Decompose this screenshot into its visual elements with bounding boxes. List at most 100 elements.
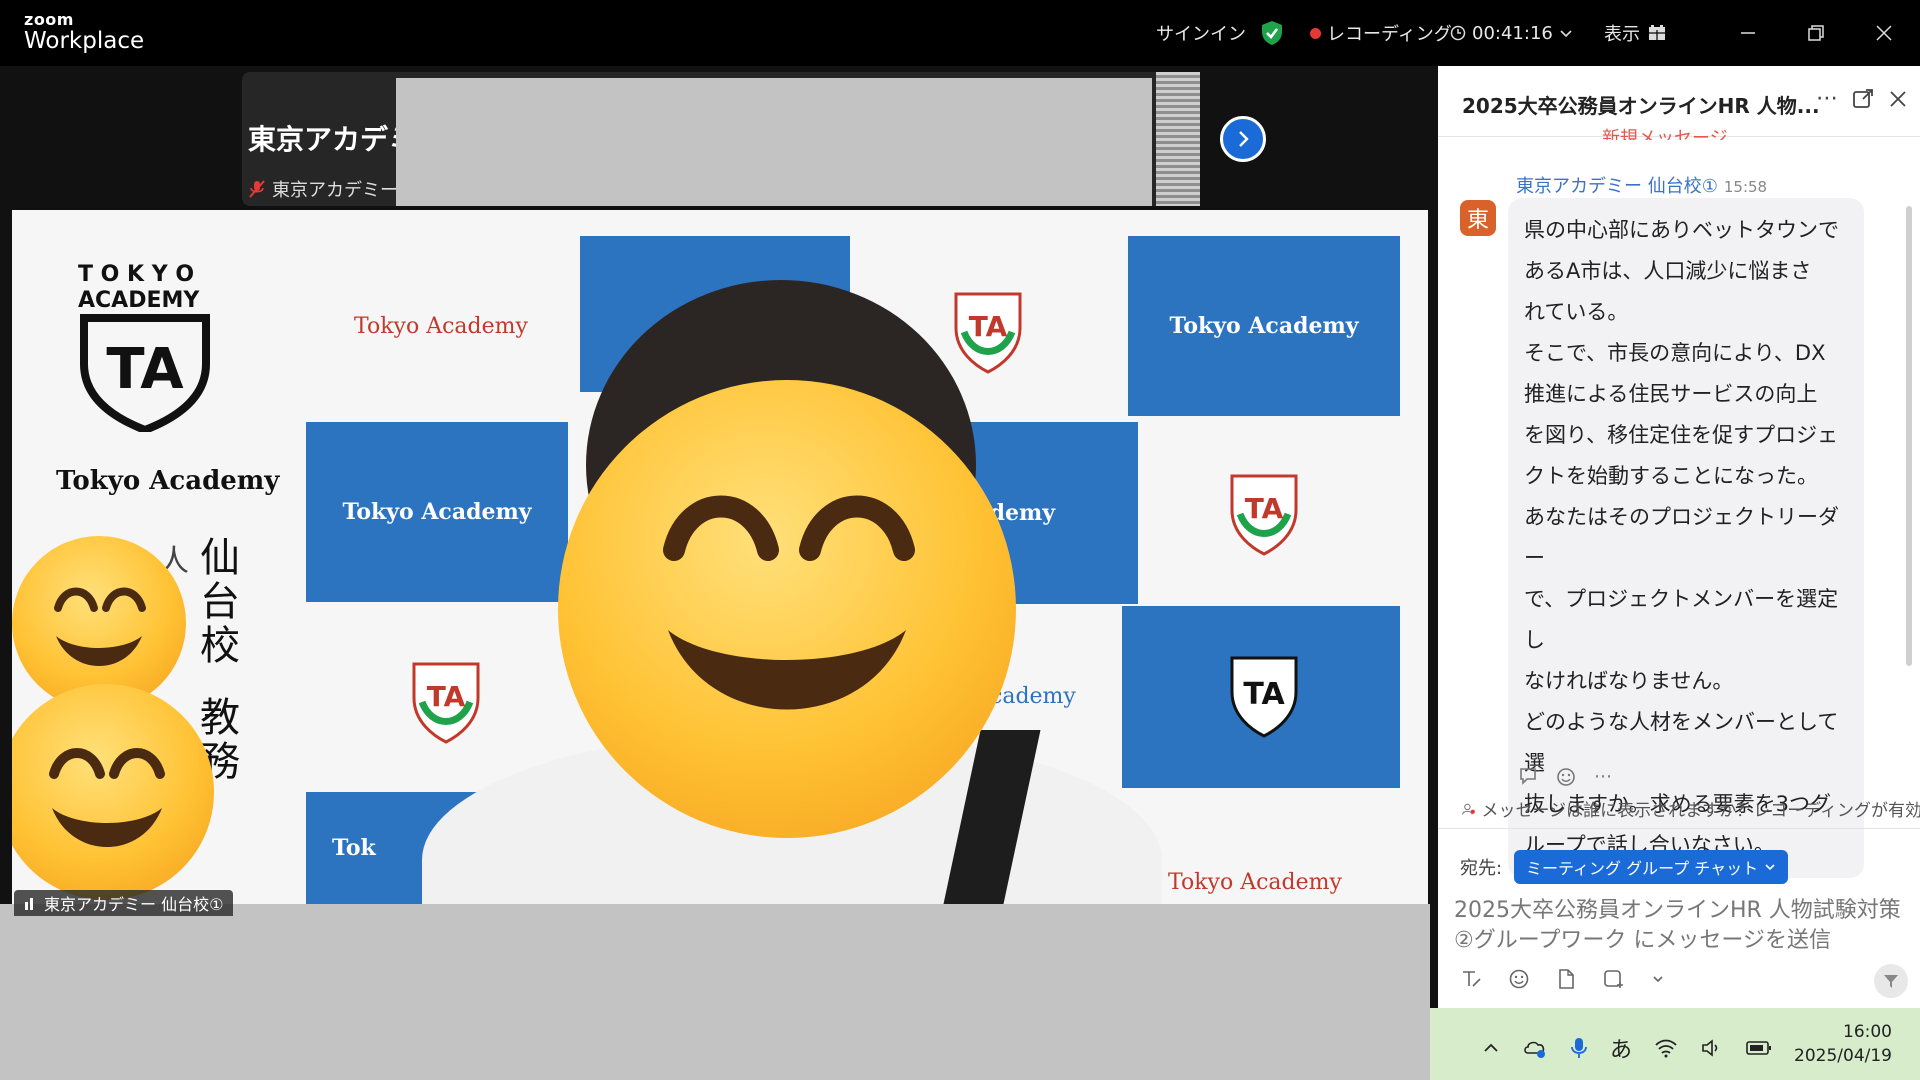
message-line: そこで、市長の意向により、DX: [1524, 341, 1826, 365]
muted-mic-icon: [249, 180, 265, 198]
message-line: あなたはそのプロジェクトリーダー: [1524, 505, 1839, 570]
add-reaction-icon[interactable]: [1556, 766, 1578, 788]
chat-title: 2025大卒公務員オンラインHR 人物...: [1462, 94, 1820, 118]
more-options-icon[interactable]: ⋯: [1816, 86, 1838, 111]
logo-line2: Workplace: [24, 28, 145, 54]
message-time: 15:58: [1723, 178, 1768, 196]
vertical-campus-text: 仙台校: [200, 535, 240, 669]
view-button[interactable]: 表示: [1604, 0, 1666, 66]
backdrop-panel-6-label: Tok: [332, 835, 376, 861]
close-chat-icon[interactable]: [1888, 89, 1908, 109]
backdrop-panel-2: Tokyo Academy: [1128, 236, 1400, 416]
video-placeholder-gray: [0, 904, 1430, 1080]
title-bar: zoom Workplace サインイン レコーディング 00:41:16 表示: [0, 0, 1920, 66]
brand-text-left: Tokyo Academy: [56, 466, 280, 496]
message-more-icon[interactable]: ⋯: [1594, 766, 1612, 788]
popout-icon[interactable]: [1852, 88, 1874, 110]
svg-text:TA: TA: [969, 310, 1008, 343]
message-input[interactable]: 2025大卒公務員オンラインHR 人物試験対策②グループワーク にメッセージを送…: [1454, 896, 1904, 956]
strip-participant-name: 東京アカデミ: [248, 123, 417, 156]
backdrop-shield-icon-3: TA: [412, 662, 480, 744]
reply-icon[interactable]: [1518, 766, 1540, 786]
clock-date: 2025/04/19: [1794, 1046, 1892, 1066]
close-icon: [1876, 25, 1892, 41]
recipient-label: 宛先:: [1460, 858, 1503, 879]
backdrop-shield-icon-4: TA: [1230, 656, 1298, 738]
video-name-text: 東京アカデミー 仙台校①: [44, 895, 224, 914]
logo-line1: zoom: [24, 10, 74, 29]
show-hidden-icons-chevron-up-icon[interactable]: [1482, 1039, 1500, 1057]
message-line: れている。: [1524, 300, 1629, 324]
system-clock[interactable]: 16:00 2025/04/19: [1794, 1020, 1892, 1068]
people-info-icon: [1462, 803, 1475, 815]
message-actions: ⋯: [1518, 766, 1612, 788]
file-icon[interactable]: [1556, 968, 1576, 990]
restore-icon: [1808, 25, 1824, 41]
backdrop-panel-3-label: Tokyo Academy: [342, 499, 532, 525]
recipient-dropdown[interactable]: ミーティング グループ チャット: [1514, 850, 1789, 884]
visibility-info[interactable]: メッセージは誰に表示されますか？レコーディングが有効: [1462, 796, 1920, 821]
send-button[interactable]: [1874, 964, 1908, 998]
screenshot-icon[interactable]: [1602, 968, 1626, 990]
send-icon: [1884, 975, 1898, 988]
chevron-right-icon: [1239, 131, 1249, 147]
wifi-icon[interactable]: [1654, 1038, 1678, 1058]
meeting-timer[interactable]: 00:41:16: [1450, 0, 1573, 66]
tray-icons: あ: [1482, 1032, 1772, 1064]
message-line: あるA市は、人口減少に悩まさ: [1524, 259, 1812, 283]
message-line: で、プロジェクトメンバーを選定し: [1524, 587, 1839, 652]
security-shield-icon[interactable]: [1260, 0, 1284, 66]
message-sender[interactable]: 東京アカデミー 仙台校① 15:58: [1516, 172, 1767, 198]
battery-icon[interactable]: [1746, 1040, 1772, 1056]
compose-toolbar: [1460, 968, 1664, 990]
view-label: 表示: [1604, 24, 1640, 45]
backdrop-logo-2: Tokyo Academy: [1168, 870, 1342, 895]
restore-button[interactable]: [1786, 0, 1846, 66]
ime-indicator[interactable]: あ: [1610, 1032, 1632, 1064]
backdrop-panel-3: Tokyo Academy: [306, 422, 568, 602]
backdrop-logo-1: Tokyo Academy: [354, 314, 528, 339]
recording-label: レコーディング: [1327, 24, 1452, 45]
message-line: を図り、移住定住を促すプロジェ: [1524, 423, 1839, 447]
backdrop-shield-icon-1: TA: [954, 292, 1022, 374]
chevron-down-icon: [1765, 864, 1775, 871]
strip-participant-sub: 東京アカデミーI: [248, 176, 403, 202]
chevron-down-icon[interactable]: [1652, 973, 1664, 985]
chat-panel: 2025大卒公務員オンラインHR 人物... ⋯ 新規メッセージ 東京アカデミー…: [1438, 66, 1920, 1008]
academy-logo-mark: TA: [106, 337, 184, 402]
message-line: 推進による住民サービスの向上: [1524, 382, 1818, 406]
volume-icon[interactable]: [1700, 1038, 1724, 1058]
strip-sub-label: 東京アカデミーI: [272, 180, 404, 201]
main-video: T O K Y O ACADEMY TA Tokyo Academy 人 仙台校…: [12, 210, 1428, 904]
backdrop-panel-2-label: Tokyo Academy: [1169, 313, 1359, 339]
academy-logo-word2: ACADEMY: [78, 288, 200, 313]
chat-header: 2025大卒公務員オンラインHR 人物... ⋯ 新規メッセージ: [1438, 66, 1920, 140]
recording-indicator[interactable]: レコーディング: [1310, 0, 1452, 66]
next-page-button[interactable]: [1220, 116, 1266, 162]
recording-dot-icon: [1310, 27, 1321, 39]
chat-scrollbar[interactable]: [1906, 206, 1912, 666]
sender-name: 東京アカデミー 仙台校①: [1516, 176, 1718, 197]
sender-avatar[interactable]: 東: [1460, 200, 1496, 236]
grid-view-icon: [1649, 25, 1665, 40]
strip-thumbnail: [1156, 72, 1200, 206]
minimize-button[interactable]: [1718, 0, 1778, 66]
chat-divider: [1438, 828, 1920, 829]
close-window-button[interactable]: [1854, 0, 1914, 66]
timer-value: 00:41:16: [1472, 22, 1553, 44]
minimize-icon: [1741, 32, 1755, 34]
microphone-icon[interactable]: [1570, 1036, 1588, 1060]
audio-level-icon: [25, 898, 33, 910]
zoom-logo: zoom Workplace: [24, 12, 144, 53]
svg-text:TA: TA: [1243, 677, 1285, 712]
emoji-icon[interactable]: [1508, 968, 1530, 990]
signin-button[interactable]: サインイン: [1156, 0, 1246, 66]
chevron-down-icon: [1560, 30, 1572, 38]
truncated-notice: 新規メッセージ: [1602, 128, 1728, 140]
visibility-text: メッセージは誰に表示されますか？レコーディングが有効: [1481, 801, 1920, 821]
cloud-sync-icon[interactable]: [1522, 1037, 1548, 1059]
svg-text:TA: TA: [427, 680, 466, 713]
message-line: 県の中心部にありベットタウンで: [1524, 218, 1839, 242]
recipient-value: ミーティング グループ チャット: [1526, 859, 1759, 878]
format-text-icon[interactable]: [1460, 968, 1482, 990]
